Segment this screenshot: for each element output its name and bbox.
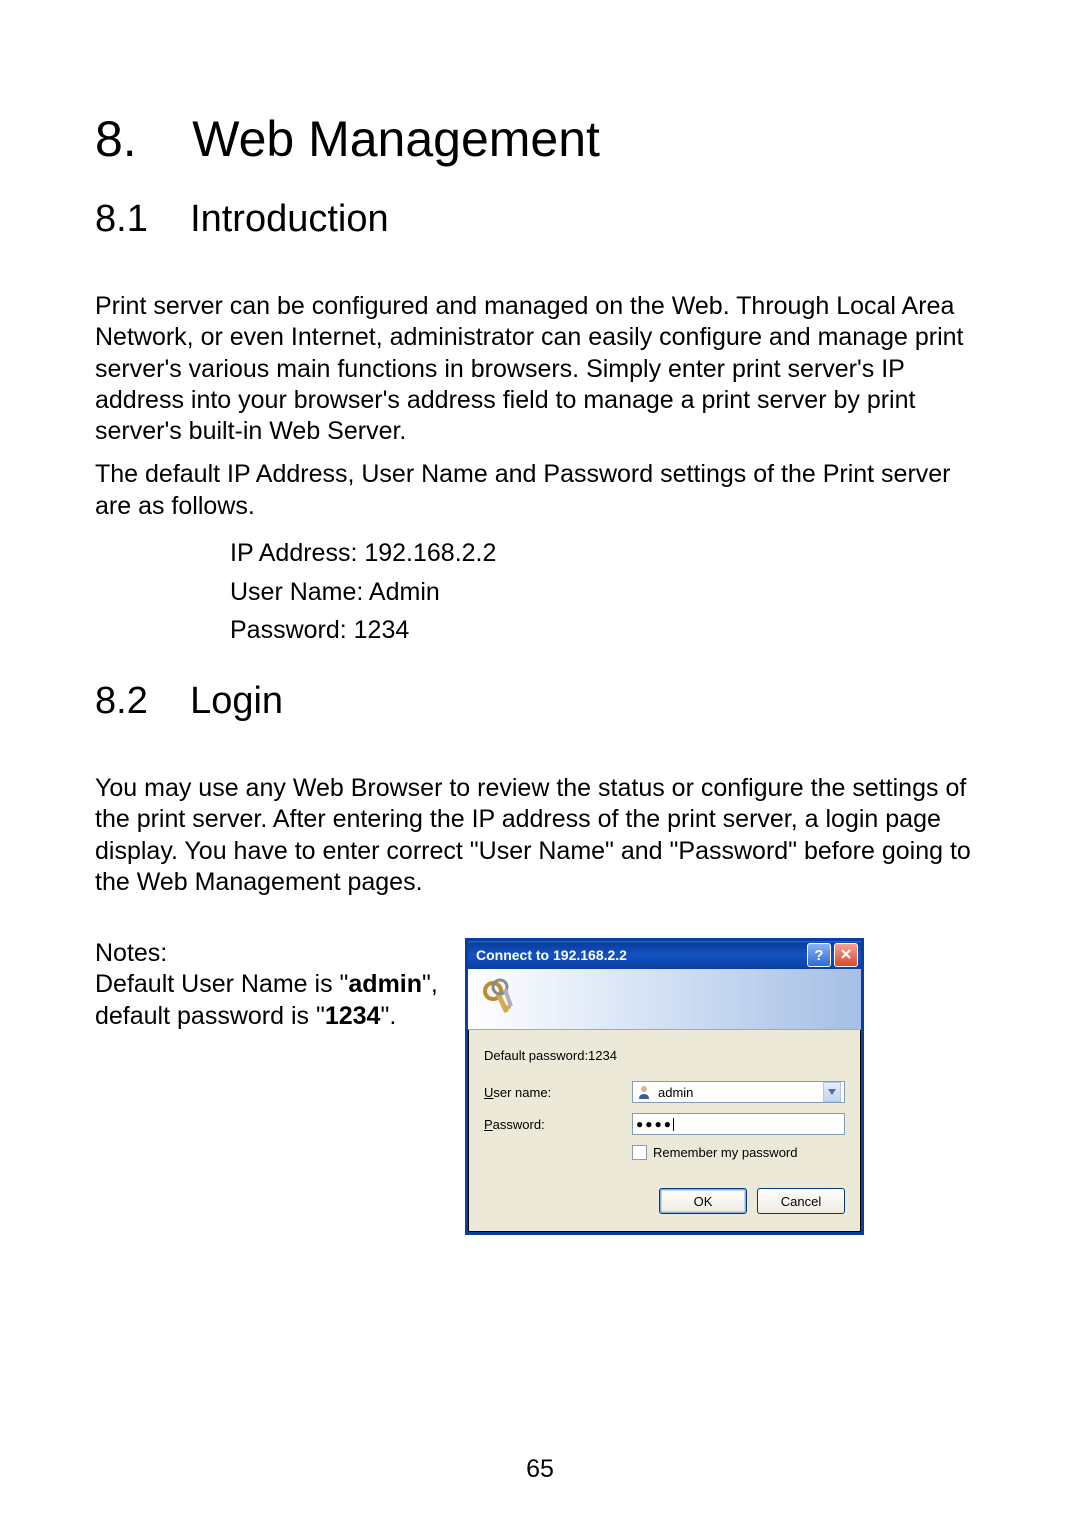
notes-block: Notes: Default User Name is "admin", def…: [95, 938, 440, 1032]
dialog-banner: [468, 969, 861, 1030]
default-settings-list: IP Address: 192.168.2.2 User Name: Admin…: [230, 534, 985, 650]
default-password: Password: 1234: [230, 611, 985, 650]
remember-label: Remember my password: [653, 1145, 798, 1160]
chapter-name: Web Management: [192, 111, 600, 167]
section-2-title: 8.2 Login: [95, 680, 985, 723]
section-1-name: Introduction: [190, 198, 389, 240]
text-cursor: [673, 1118, 674, 1131]
user-icon: [636, 1084, 652, 1100]
login-dialog: Connect to 192.168.2.2 ?: [465, 938, 864, 1235]
dropdown-arrow-icon[interactable]: [823, 1082, 841, 1102]
dialog-hint: Default password:1234: [484, 1048, 845, 1063]
keys-icon: [478, 977, 522, 1021]
ok-button[interactable]: OK: [659, 1188, 747, 1214]
username-value: admin: [658, 1085, 693, 1100]
password-label: Password:: [484, 1117, 624, 1132]
dialog-title: Connect to 192.168.2.2: [476, 947, 627, 963]
intro-paragraph-2: The default IP Address, User Name and Pa…: [95, 459, 985, 522]
remember-checkbox[interactable]: [632, 1145, 647, 1160]
section-2-number: 8.2: [95, 680, 148, 722]
username-combobox[interactable]: admin: [632, 1081, 845, 1103]
dialog-titlebar[interactable]: Connect to 192.168.2.2 ?: [468, 941, 861, 969]
password-mask: ●●●●: [636, 1117, 673, 1131]
help-icon: ?: [814, 947, 823, 964]
notes-line-1: Default User Name is "admin",: [95, 969, 440, 1000]
cancel-button[interactable]: Cancel: [757, 1188, 845, 1214]
manual-page: 8. Web Management 8.1 Introduction Print…: [0, 0, 1080, 1235]
default-ip: IP Address: 192.168.2.2: [230, 534, 985, 573]
section-2-name: Login: [190, 680, 283, 722]
chapter-number: 8.: [95, 111, 137, 167]
username-label: User name:: [484, 1085, 624, 1100]
page-number: 65: [0, 1455, 1080, 1484]
help-button[interactable]: ?: [807, 943, 831, 967]
intro-paragraph-1: Print server can be configured and manag…: [95, 291, 985, 447]
section-1-number: 8.1: [95, 198, 148, 240]
password-input[interactable]: ●●●●: [632, 1113, 845, 1135]
notes-line-2: default password is "1234".: [95, 1001, 440, 1032]
chapter-title: 8. Web Management: [95, 110, 985, 168]
close-icon: [840, 947, 852, 964]
notes-heading: Notes:: [95, 938, 440, 969]
close-button[interactable]: [834, 943, 858, 967]
login-paragraph-1: You may use any Web Browser to review th…: [95, 773, 985, 898]
default-user: User Name: Admin: [230, 573, 985, 612]
section-1-title: 8.1 Introduction: [95, 198, 985, 241]
